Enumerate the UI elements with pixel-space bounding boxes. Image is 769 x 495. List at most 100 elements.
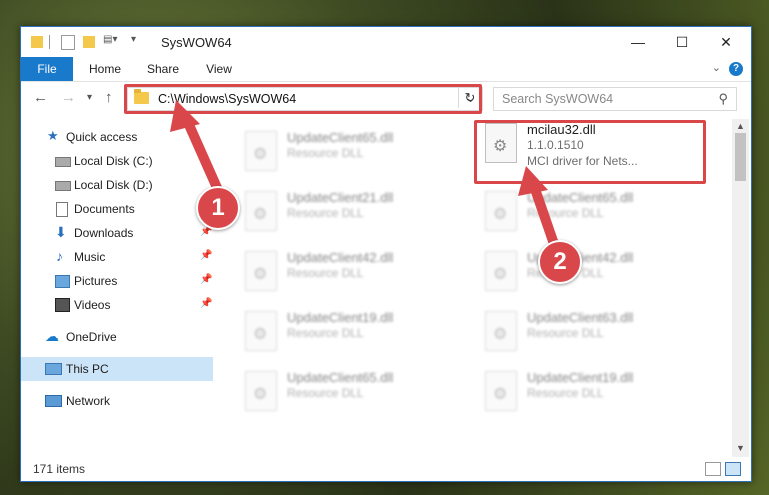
- file-name: UpdateClient42.dll: [287, 250, 394, 265]
- documents-icon: [56, 202, 68, 217]
- dll-file-icon: ⚙: [485, 371, 517, 411]
- step-badge-2: 2: [538, 240, 582, 284]
- sidebar-item-onedrive[interactable]: ☁ OneDrive: [21, 325, 213, 349]
- ribbon: File Home Share View ⌄ ?: [21, 57, 751, 82]
- list-item[interactable]: ⚙ UpdateClient21.dll Resource DLL: [237, 185, 469, 237]
- cloud-icon: ☁: [45, 328, 59, 344]
- pictures-icon: [55, 275, 70, 288]
- window-title: SysWOW64: [161, 35, 232, 50]
- sidebar-item-this-pc[interactable]: This PC: [21, 357, 213, 381]
- dll-file-icon: ⚙: [245, 131, 277, 171]
- sidebar-item-music[interactable]: ♪ Music 📌: [21, 245, 213, 269]
- close-button[interactable]: ✕: [713, 31, 739, 53]
- sidebar-item-local-disk-c[interactable]: Local Disk (C:) ✱: [21, 149, 213, 173]
- sidebar-item-quick-access[interactable]: ★ Quick access: [21, 125, 213, 149]
- sidebar-item-label: OneDrive: [66, 330, 117, 344]
- scroll-up-icon[interactable]: ▲: [736, 121, 745, 131]
- properties-icon[interactable]: [61, 35, 75, 50]
- up-arrow-icon[interactable]: ↑: [105, 89, 113, 106]
- list-item[interactable]: ⚙ UpdateClient19.dll Resource DLL: [477, 365, 709, 417]
- sidebar-item-label: This PC: [66, 362, 109, 376]
- pin-icon[interactable]: 📌: [200, 298, 212, 309]
- sidebar-item-label: Quick access: [66, 130, 138, 144]
- list-item[interactable]: ⚙ UpdateClient65.dll Resource DLL: [237, 125, 469, 177]
- scroll-down-icon[interactable]: ▼: [736, 443, 745, 453]
- vertical-scrollbar[interactable]: ▲ ▼: [732, 119, 749, 457]
- folder-icon: [31, 36, 43, 48]
- file-type: Resource DLL: [527, 206, 604, 220]
- sidebar-item-label: Downloads: [74, 226, 134, 240]
- separator: [49, 35, 50, 49]
- videos-icon: [55, 298, 70, 312]
- large-icons-view-icon[interactable]: [725, 462, 741, 476]
- sidebar-item-label: Music: [74, 250, 106, 264]
- drive-icon: [55, 157, 71, 167]
- sidebar-item-network[interactable]: Network: [21, 389, 213, 413]
- new-folder-icon[interactable]: [83, 36, 95, 48]
- sidebar-item-label: Pictures: [74, 274, 118, 288]
- navigation-pane: ★ Quick access Local Disk (C:) ✱ Local D…: [21, 123, 213, 453]
- list-item[interactable]: ⚙ UpdateClient65.dll Resource DLL: [237, 365, 469, 417]
- tab-home[interactable]: Home: [83, 57, 127, 81]
- sidebar-item-local-disk-d[interactable]: Local Disk (D:): [21, 173, 213, 197]
- file-name: UpdateClient65.dll: [287, 370, 394, 385]
- maximize-button[interactable]: ☐: [669, 31, 695, 53]
- sidebar-item-label: Videos: [74, 298, 111, 312]
- list-item[interactable]: ⚙ UpdateClient42.dll Resource DLL: [477, 245, 709, 297]
- file-name: UpdateClient19.dll: [287, 310, 394, 325]
- list-item[interactable]: ⚙ UpdateClient63.dll Resource DLL: [477, 305, 709, 357]
- file-type: Resource DLL: [287, 386, 364, 400]
- dll-file-icon: ⚙: [485, 251, 517, 291]
- dll-file-icon: ⚙: [245, 311, 277, 351]
- download-icon: ⬇: [55, 224, 67, 240]
- search-icon: ⚲: [718, 91, 728, 106]
- tab-view[interactable]: View: [197, 57, 241, 81]
- file-type: Resource DLL: [527, 386, 604, 400]
- sidebar-item-label: Network: [66, 394, 111, 408]
- file-type: Resource DLL: [287, 266, 364, 280]
- file-name: UpdateClient21.dll: [287, 190, 394, 205]
- scrollbar-thumb[interactable]: [735, 133, 746, 181]
- file-type: Resource DLL: [287, 326, 364, 340]
- quick-access-dropdown-icon[interactable]: ▾: [131, 34, 141, 48]
- tab-share[interactable]: Share: [141, 57, 185, 81]
- dll-file-icon: ⚙: [245, 251, 277, 291]
- list-item[interactable]: ⚙ UpdateClient65.dll Resource DLL: [477, 185, 709, 237]
- sidebar-item-downloads[interactable]: ⬇ Downloads 📌: [21, 221, 213, 245]
- sidebar-item-label: Documents: [74, 202, 135, 216]
- computer-icon: [45, 363, 62, 375]
- customize-toolbar-icon[interactable]: ▤▾: [103, 34, 123, 48]
- forward-arrow-icon[interactable]: →: [61, 89, 76, 106]
- dll-file-icon: ⚙: [485, 311, 517, 351]
- sidebar-item-pictures[interactable]: Pictures 📌: [21, 269, 213, 293]
- file-name: UpdateClient65.dll: [527, 190, 634, 205]
- file-name: UpdateClient65.dll: [287, 130, 394, 145]
- network-icon: [45, 395, 62, 407]
- sidebar-item-videos[interactable]: Videos 📌: [21, 293, 213, 317]
- sidebar-item-label: Local Disk (C:): [74, 154, 153, 168]
- item-count: 171 items: [33, 462, 86, 476]
- dll-file-icon: ⚙: [245, 191, 277, 231]
- pin-icon[interactable]: 📌: [200, 274, 212, 285]
- list-item[interactable]: ⚙ UpdateClient19.dll Resource DLL: [237, 305, 469, 357]
- star-icon: ★: [47, 128, 59, 143]
- search-box[interactable]: Search SysWOW64 ⚲: [493, 87, 737, 111]
- dll-file-icon: ⚙: [485, 191, 517, 231]
- drive-icon: [55, 181, 71, 191]
- sidebar-item-documents[interactable]: Documents: [21, 197, 213, 221]
- tab-file[interactable]: File: [21, 57, 73, 81]
- music-icon: ♪: [56, 248, 63, 264]
- dll-file-icon: ⚙: [245, 371, 277, 411]
- ribbon-expand-icon[interactable]: ⌄: [712, 61, 721, 74]
- address-bar-highlight: [124, 84, 482, 114]
- recent-locations-icon[interactable]: ▾: [87, 92, 92, 103]
- back-arrow-icon[interactable]: ←: [33, 89, 48, 106]
- list-item[interactable]: ⚙ UpdateClient42.dll Resource DLL: [237, 245, 469, 297]
- file-type: Resource DLL: [527, 326, 604, 340]
- details-view-icon[interactable]: [705, 462, 721, 476]
- search-placeholder: Search SysWOW64: [502, 92, 614, 106]
- pin-icon[interactable]: 📌: [200, 250, 212, 261]
- sidebar-item-label: Local Disk (D:): [74, 178, 153, 192]
- help-icon[interactable]: ?: [729, 62, 743, 76]
- minimize-button[interactable]: —: [625, 31, 651, 53]
